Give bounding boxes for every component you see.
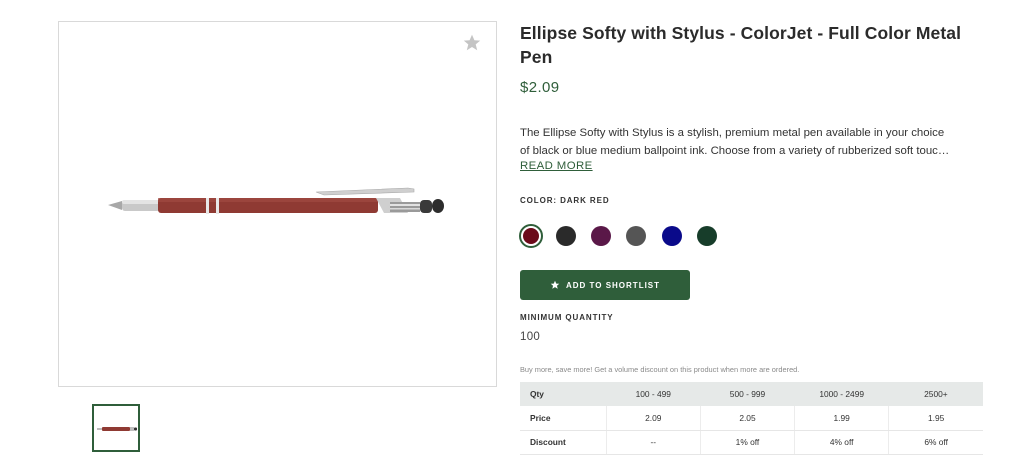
table-cell: 2.05 <box>699 406 795 431</box>
table-cell: 1000 - 2499 <box>794 382 889 406</box>
table-cell: -- <box>605 430 701 455</box>
star-icon <box>550 280 560 289</box>
color-swatch-dark-red[interactable] <box>519 224 543 248</box>
favorite-star-icon[interactable] <box>462 33 482 53</box>
pen-product-image <box>108 187 444 214</box>
shortlist-label: ADD TO SHORTLIST <box>565 280 661 290</box>
minimum-quantity-value: 100 <box>520 331 541 343</box>
pen-thumbnail-image <box>97 427 137 431</box>
table-cell: 100 - 499 <box>606 382 701 406</box>
table-cell: Discount <box>520 430 607 455</box>
color-swatch-purple[interactable] <box>591 226 611 246</box>
product-title: Ellipse Softy with Stylus - ColorJet - F… <box>520 21 990 69</box>
product-description: The Ellipse Softy with Stylus is a styli… <box>520 124 986 160</box>
table-row-qty: Qty 100 - 499 500 - 999 1000 - 2499 2500… <box>520 382 983 406</box>
table-cell: 1% off <box>699 430 795 455</box>
table-cell: 2500+ <box>888 382 983 406</box>
table-cell: Price <box>520 406 607 431</box>
color-swatch-gray[interactable] <box>626 226 646 246</box>
table-cell: 4% off <box>794 430 889 455</box>
table-cell: 500 - 999 <box>700 382 795 406</box>
color-swatch-black[interactable] <box>556 226 576 246</box>
product-thumbnail[interactable] <box>92 404 140 452</box>
table-row-price: Price 2.09 2.05 1.99 1.95 <box>520 406 983 431</box>
description-line: of black or blue medium ballpoint ink. C… <box>520 145 950 157</box>
table-row-discount: Discount -- 1% off 4% off 6% off <box>520 430 983 455</box>
product-title-line: Ellipse Softy with Stylus - ColorJet - F… <box>520 23 962 43</box>
read-more-link[interactable]: READ MORE <box>520 160 593 172</box>
product-title-line: Pen <box>520 47 553 67</box>
pricing-table: Qty 100 - 499 500 - 999 1000 - 2499 2500… <box>520 382 983 455</box>
table-cell: Qty <box>520 382 607 406</box>
product-price: $2.09 <box>520 79 560 96</box>
color-swatch-dark-green[interactable] <box>697 226 717 246</box>
add-to-shortlist-button[interactable]: ADD TO SHORTLIST <box>520 270 690 300</box>
color-swatch-blue[interactable] <box>662 226 682 246</box>
volume-discount-note: Buy more, save more! Get a volume discou… <box>520 365 800 374</box>
color-label: COLOR: DARK RED <box>520 196 610 205</box>
table-cell: 2.09 <box>605 406 701 431</box>
table-cell: 6% off <box>888 430 983 455</box>
minimum-quantity-label: MINIMUM QUANTITY <box>520 313 614 322</box>
table-cell: 1.95 <box>888 406 983 431</box>
table-cell: 1.99 <box>794 406 889 431</box>
description-line: The Ellipse Softy with Stylus is a styli… <box>520 127 945 139</box>
